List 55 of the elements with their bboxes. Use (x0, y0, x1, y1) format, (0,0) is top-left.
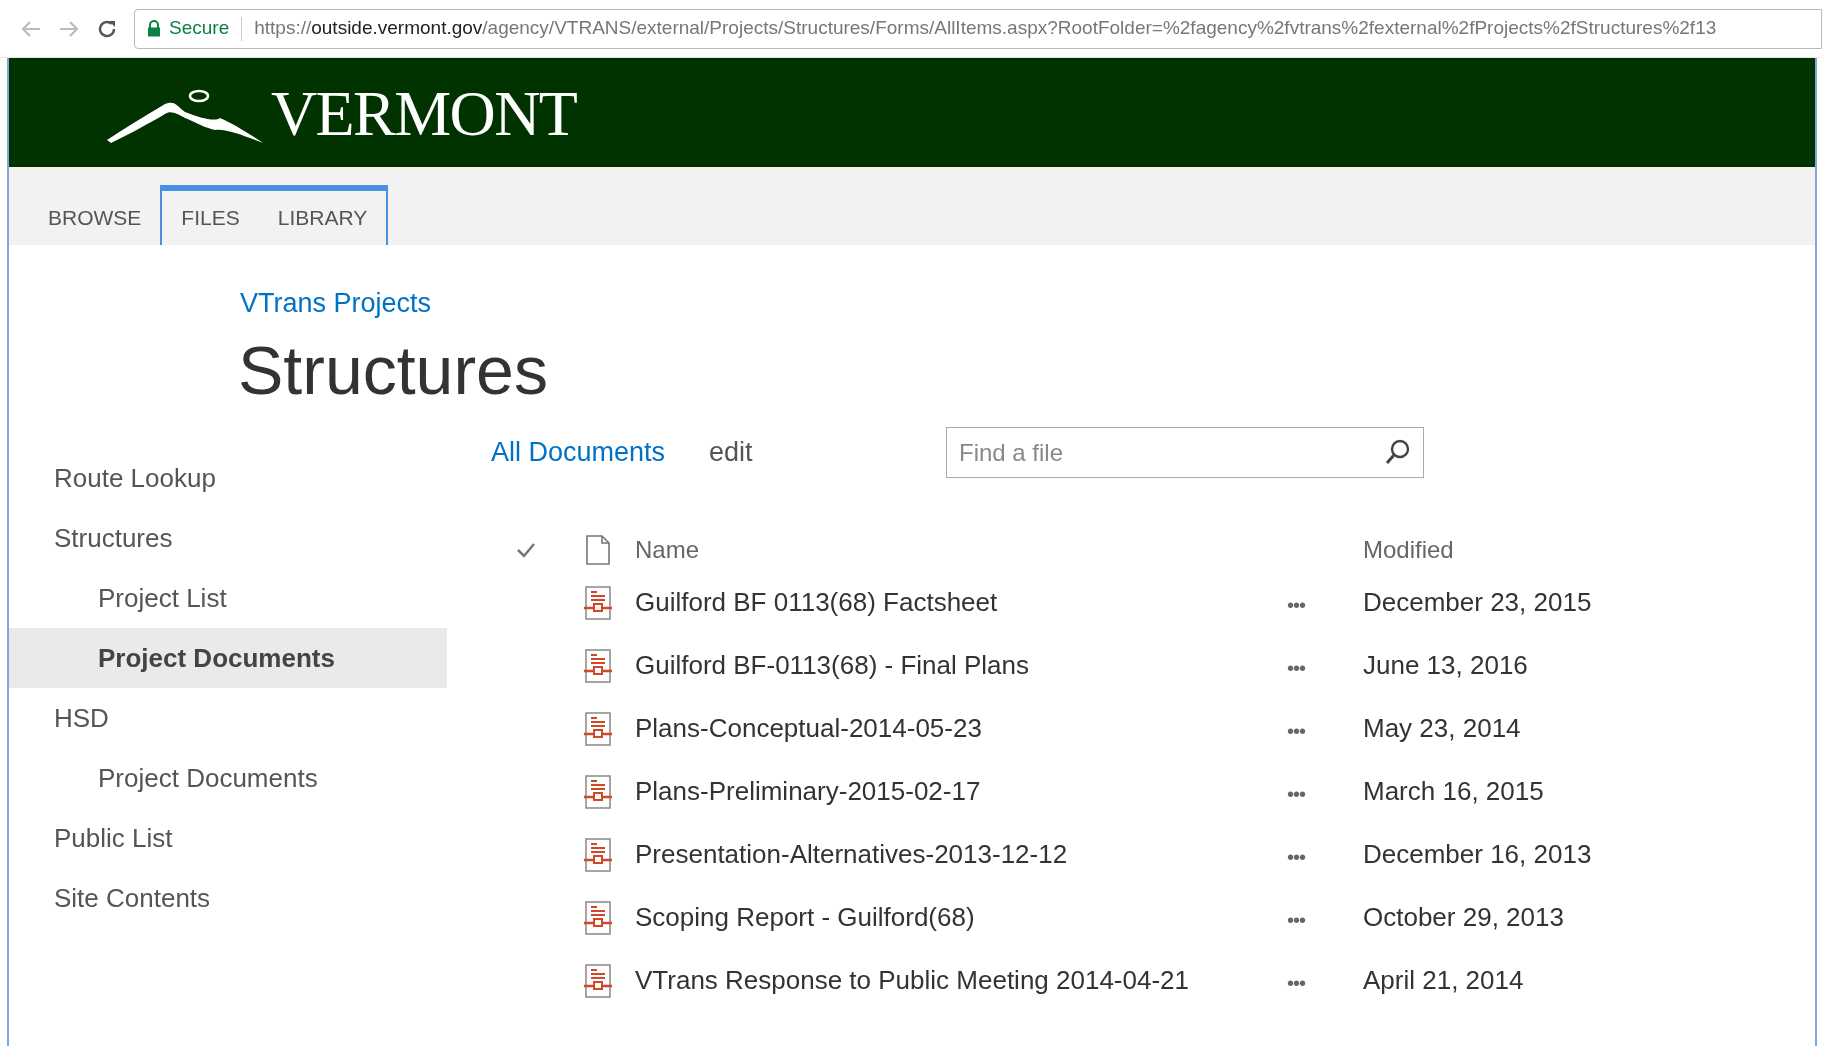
modified-date: December 23, 2015 (1363, 585, 1592, 619)
pdf-file-icon (583, 648, 613, 683)
file-type-icon (586, 534, 610, 565)
more-options-button[interactable]: ••• (1287, 656, 1305, 679)
view-link[interactable]: edit (709, 432, 753, 473)
page-title: Structures (238, 330, 548, 410)
search-field[interactable]: Find a file (946, 427, 1424, 478)
secure-label: Secure (169, 16, 230, 41)
modified-date: October 29, 2013 (1363, 900, 1564, 934)
nav-link[interactable]: Project List (9, 568, 447, 628)
nav-link[interactable]: Project Documents (9, 748, 447, 808)
more-options-button[interactable]: ••• (1287, 908, 1305, 931)
modified-date: March 16, 2015 (1363, 774, 1544, 808)
nav-link[interactable]: Structures (9, 508, 447, 568)
lock-icon (147, 20, 161, 37)
file-name-link[interactable]: VTrans Response to Public Meeting 2014-04-21 (635, 961, 1275, 999)
column-header[interactable]: Name (635, 531, 1363, 568)
file-name-link[interactable]: Presentation-Alternatives-2013-12-12 (635, 835, 1275, 873)
select-all-checkmark-icon[interactable] (516, 541, 536, 558)
pdf-file-icon (583, 963, 613, 998)
search-icon[interactable] (1384, 438, 1412, 466)
file-name-link[interactable]: Scoping Report - Guilford(68) (635, 898, 1275, 936)
pdf-file-icon (583, 774, 613, 809)
modified-date: June 13, 2016 (1363, 648, 1528, 682)
breadcrumb-link[interactable]: VTrans Projects (240, 283, 432, 324)
nav-link[interactable]: Site Contents (9, 868, 447, 928)
more-options-button[interactable]: ••• (1287, 719, 1305, 742)
more-options-button[interactable]: ••• (1287, 782, 1305, 805)
logo-text: VERMONT (271, 81, 577, 146)
more-options-button[interactable]: ••• (1287, 845, 1305, 868)
nav-link[interactable]: HSD (9, 688, 447, 748)
file-name-link[interactable]: Plans-Conceptual-2014-05-23 (635, 709, 1275, 747)
ribbon-tab[interactable]: FILES (162, 191, 259, 245)
view-link[interactable]: All Documents (491, 432, 666, 473)
more-options-button[interactable]: ••• (1287, 971, 1305, 994)
modified-date: May 23, 2014 (1363, 711, 1521, 745)
ribbon-tab[interactable]: BROWSE (29, 191, 161, 245)
pdf-file-icon (583, 837, 613, 872)
nav-link[interactable]: Project Documents (9, 628, 447, 688)
modified-date: April 21, 2014 (1363, 963, 1524, 997)
file-name-link[interactable]: Guilford BF-0113(68) - Final Plans (635, 646, 1275, 684)
pdf-file-icon (583, 900, 613, 935)
file-name-link[interactable]: Guilford BF 0113(68) Factsheet (635, 583, 1275, 621)
pdf-file-icon (583, 711, 613, 746)
ribbon-tab[interactable]: LIBRARY (258, 191, 387, 245)
nav-link[interactable]: Public List (9, 808, 447, 868)
column-header[interactable]: Modified (1363, 531, 1454, 568)
url-text: https://outside.vermont.gov/agency/VTRANS/external/Projects/Structures/Forms/AllItems.aspx?RootFolder=%2fagency%2fvtrans%2fexternal%2fProjects%2fStructures%2f13 (254, 16, 1717, 41)
address-bar[interactable]: Secure https://outside.vermont.gov/agency/VTRANS/external/Projects/Structures/Forms/AllItems.aspx?RootFolder=%2fagency%2fvtrans%2fexternal%2fProjects%2fStructures%2f13 (134, 8, 1822, 49)
vermont-logo[interactable]: VERMONT (105, 81, 577, 144)
modified-date: December 16, 2013 (1363, 837, 1592, 871)
file-name-link[interactable]: Plans-Preliminary-2015-02-17 (635, 772, 1275, 810)
nav-link[interactable]: Route Lookup (9, 448, 447, 508)
pdf-file-icon (583, 585, 613, 620)
more-options-button[interactable]: ••• (1287, 593, 1305, 616)
